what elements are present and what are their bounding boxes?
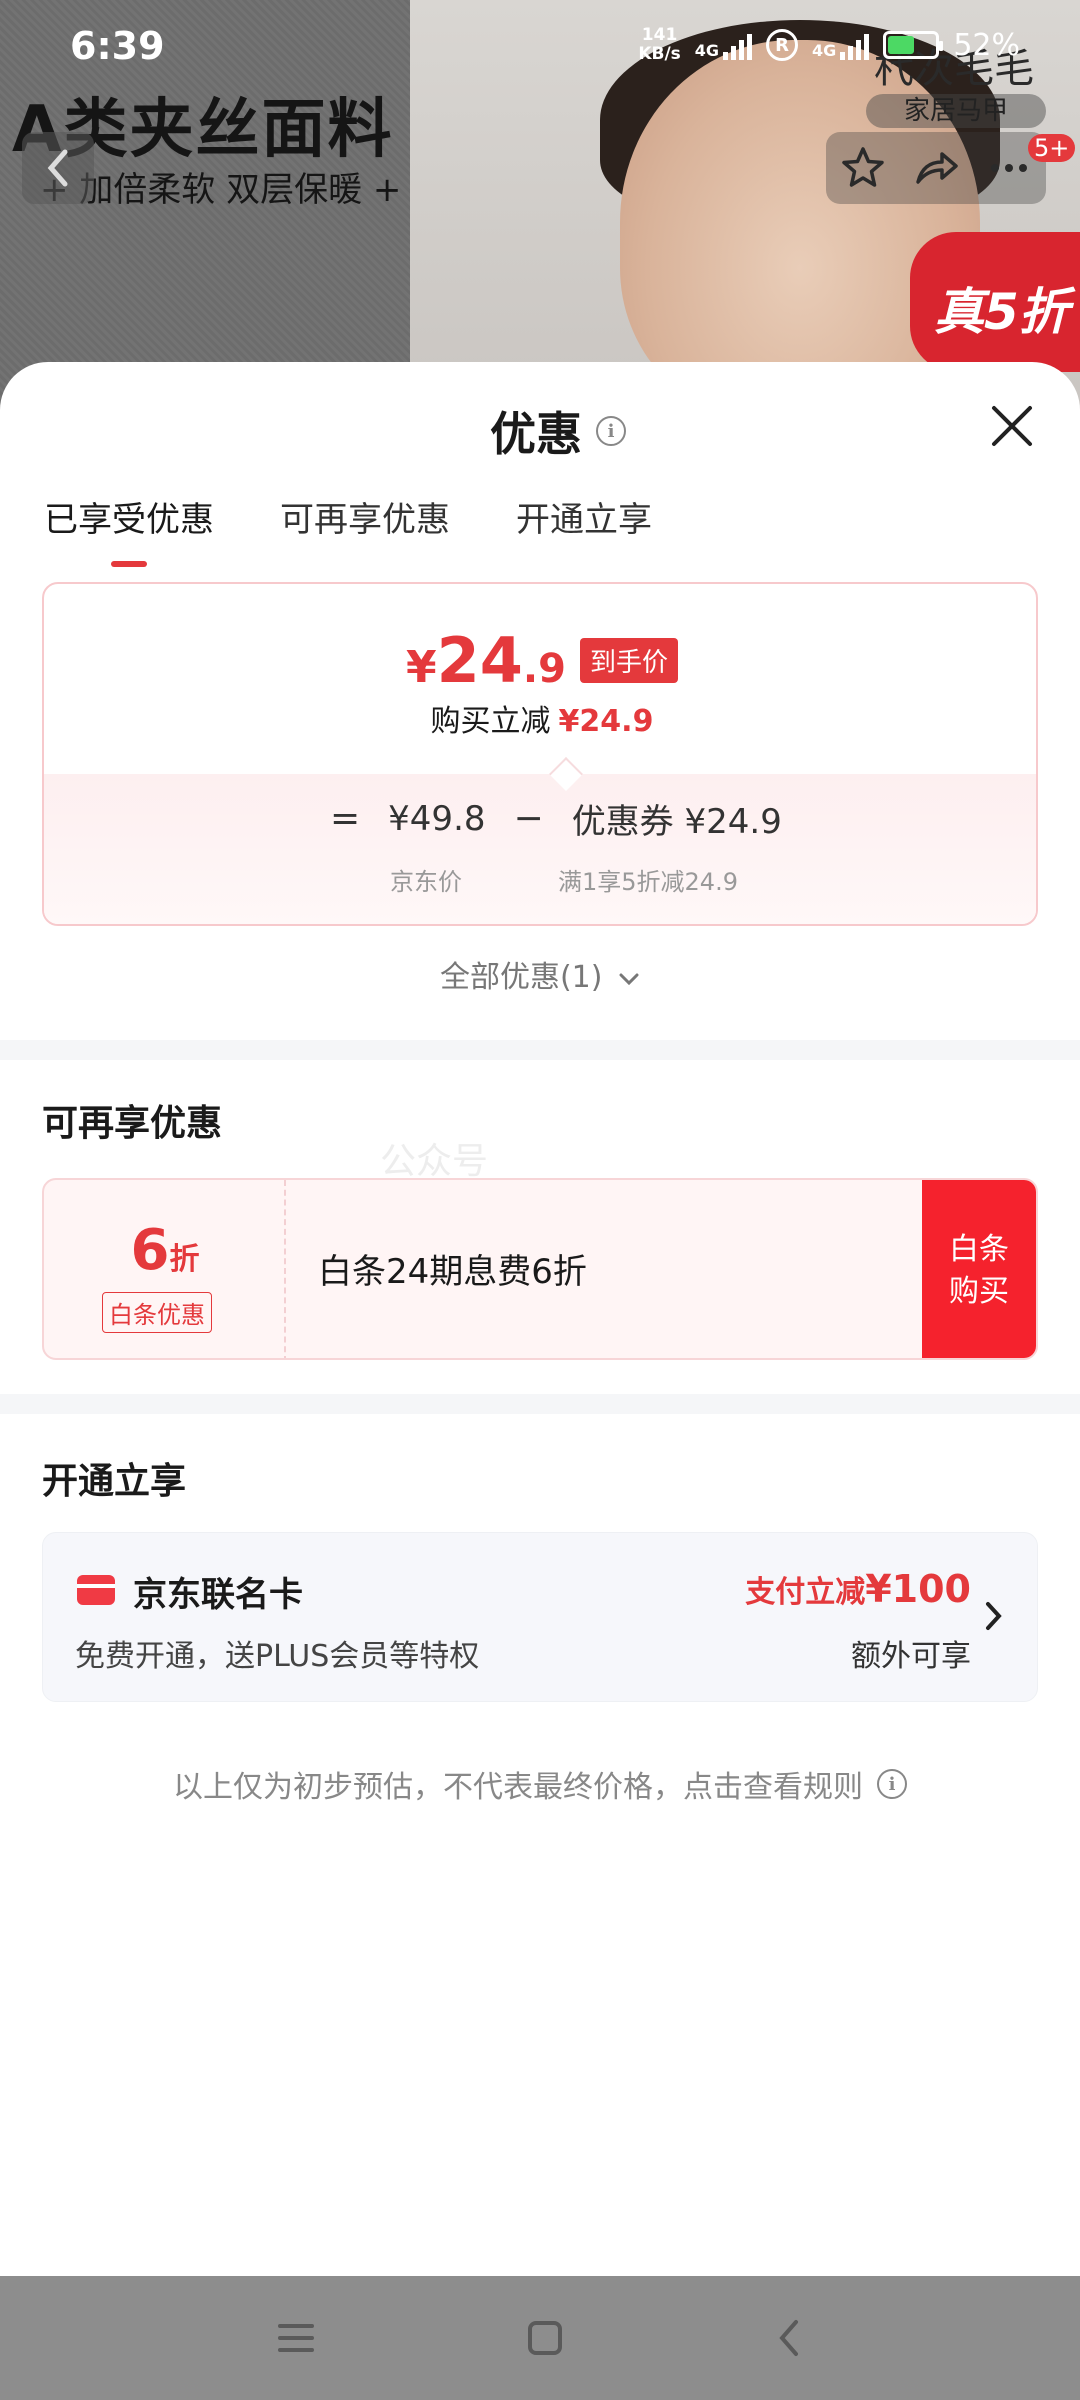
card-desc: 免费开通，送PLUS会员等特权 xyxy=(75,1639,480,1674)
section-divider xyxy=(0,1394,1080,1414)
signal-1: 4G xyxy=(695,30,753,60)
more-icon[interactable] xyxy=(985,144,1033,192)
final-price-tag: 到手价 xyxy=(579,638,678,683)
baitiao-discount: 6折 xyxy=(130,1218,200,1283)
sheet-title: 优惠 xyxy=(490,407,582,461)
status-time: 6:39 xyxy=(70,24,165,68)
final-price: ¥24.9 xyxy=(406,624,566,697)
baitiao-desc: 白条24期息费6折 xyxy=(318,1252,587,1292)
system-nav-bar xyxy=(0,2276,1080,2400)
coupon-desc: 满1享5折减24.9 xyxy=(558,868,738,896)
base-price: ¥49.8 xyxy=(388,798,486,839)
base-price-label: 京东价 xyxy=(390,868,462,896)
all-promos-toggle[interactable]: 全部优惠(1) xyxy=(0,952,1080,996)
info-icon[interactable]: i xyxy=(596,416,626,446)
chevron-down-icon xyxy=(619,973,639,986)
close-icon[interactable] xyxy=(988,402,1036,450)
ad-subtitle: + 加倍柔软 双层保暖 + xyxy=(40,170,402,210)
info-icon: i xyxy=(877,1769,907,1799)
battery-icon xyxy=(883,31,944,59)
card-offer: 支付立减 ¥100 xyxy=(745,1567,971,1611)
section-title-open: 开通立享 xyxy=(42,1461,187,1502)
menu-icon[interactable] xyxy=(276,2320,316,2356)
section-divider xyxy=(0,1040,1080,1060)
promo-badge: 真5折 xyxy=(910,232,1080,372)
back-button[interactable] xyxy=(22,132,94,204)
share-icon[interactable] xyxy=(912,144,960,192)
price-breakdown: = ¥49.8 − 优惠券 ¥24.9 京东价 满1享5折减24.9 xyxy=(44,774,1036,924)
final-price-card: ¥24.9 到手价 购买立减 ¥24.9 = ¥49.8 − 优惠券 ¥24.9 … xyxy=(42,582,1038,926)
co-branded-card-offer[interactable]: 京东联名卡 免费开通，送PLUS会员等特权 支付立减 ¥100 额外可享 xyxy=(42,1532,1038,1702)
signal-icon xyxy=(840,30,870,60)
baitiao-buy-button[interactable]: 白条 购买 xyxy=(922,1180,1036,1358)
coupon: 优惠券 ¥24.9 xyxy=(571,802,782,842)
chevron-right-icon xyxy=(986,1602,1002,1630)
baitiao-offer-card[interactable]: 6折 白条优惠 白条24期息费6折 白条 购买 xyxy=(42,1178,1038,1360)
card-name: 京东联名卡 xyxy=(133,1575,303,1615)
promo-tabs: 已享受优惠 可再享优惠 开通立享 xyxy=(44,492,652,567)
network-speed: 141 KB/s xyxy=(638,25,681,64)
tab-open[interactable]: 开通立享 xyxy=(516,492,652,567)
battery-percent: 52% xyxy=(953,27,1020,63)
home-icon[interactable] xyxy=(526,2319,564,2357)
instant-reduce: 购买立减 ¥24.9 xyxy=(430,704,654,739)
tab-more[interactable]: 可再享优惠 xyxy=(280,492,450,567)
disclaimer[interactable]: 以上仅为初步预估，不代表最终价格，点击查看规则 i xyxy=(0,1762,1080,1806)
back-nav-icon[interactable] xyxy=(774,2318,804,2358)
credit-card-icon xyxy=(77,1575,115,1605)
watermark: 公众号 xyxy=(380,1141,489,1182)
star-icon[interactable] xyxy=(839,144,887,192)
tab-enjoyed[interactable]: 已享受优惠 xyxy=(44,492,214,567)
registered-icon: R xyxy=(766,29,799,61)
baitiao-tag: 白条优惠 xyxy=(102,1292,212,1333)
notification-badge: 5+ xyxy=(1028,134,1076,162)
signal-2: 4G xyxy=(812,30,870,60)
promotions-sheet: 优惠 i 已享受优惠 可再享优惠 开通立享 ¥24.9 到手价 购买立减 ¥24.… xyxy=(0,362,1080,2276)
top-actions xyxy=(826,132,1046,204)
card-extra: 额外可享 xyxy=(851,1639,971,1674)
section-title-more: 可再享优惠 xyxy=(42,1103,223,1144)
signal-icon xyxy=(723,30,753,60)
chevron-left-icon xyxy=(47,149,68,187)
status-bar: 6:39 141 KB/s 4G R 4G 52% xyxy=(0,0,1080,100)
